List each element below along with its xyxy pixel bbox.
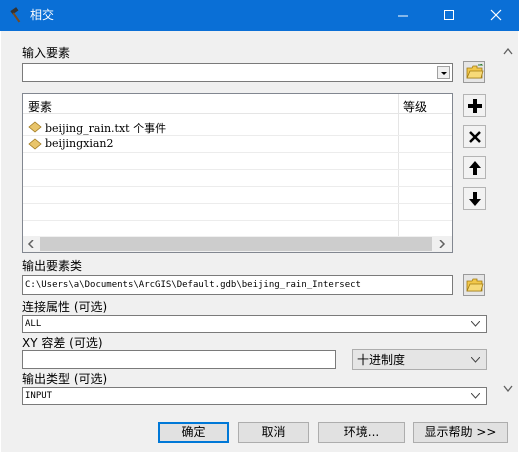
chevron-down-icon <box>471 321 480 327</box>
add-button[interactable] <box>463 94 486 117</box>
close-icon <box>490 9 502 21</box>
output-type-label: 输出类型 (可选) <box>22 372 108 386</box>
minimize-icon <box>398 15 408 17</box>
dropdown-button[interactable] <box>437 66 450 79</box>
browse-output-button[interactable] <box>463 274 485 296</box>
title-bar[interactable]: 相交 <box>0 0 519 31</box>
xy-tolerance-label: XY 容差 (可选) <box>22 336 103 350</box>
browse-input-button[interactable] <box>463 61 485 83</box>
row-divider <box>23 220 452 221</box>
environments-button[interactable]: 环境... <box>318 422 405 443</box>
row-divider <box>23 152 452 153</box>
join-attributes-label: 连接属性 (可选) <box>22 300 108 314</box>
folder-icon <box>466 278 484 292</box>
column-divider <box>398 94 399 236</box>
join-attributes-select[interactable]: ALL <box>22 315 487 333</box>
show-help-button[interactable]: 显示帮助 >> <box>413 422 508 443</box>
list-header: 要素 等级 <box>23 94 452 114</box>
row-divider <box>23 203 452 204</box>
output-feature-class-field[interactable]: C:\Users\a\Documents\ArcGIS\Default.gdb\… <box>22 275 453 295</box>
minimize-button[interactable] <box>380 0 426 31</box>
list-item[interactable]: beijingxian2 <box>23 135 398 152</box>
add-icon <box>468 99 482 113</box>
list-item[interactable]: beijing_rain.txt 个事件 <box>23 118 398 135</box>
chevron-down-icon <box>471 393 480 399</box>
row-divider <box>23 186 452 187</box>
scroll-down-icon[interactable] <box>503 385 513 392</box>
remove-icon <box>469 131 481 143</box>
feature-name: beijingxian2 <box>45 137 114 150</box>
xy-tolerance-unit-value: 十进制度 <box>357 353 406 367</box>
output-path-value: C:\Users\a\Documents\ArcGIS\Default.gdb\… <box>25 280 361 290</box>
chevron-down-icon <box>441 72 447 75</box>
xy-tolerance-input[interactable] <box>22 350 336 369</box>
window-title: 相交 <box>30 8 55 22</box>
input-features-label: 输入要素 <box>22 46 71 60</box>
input-features-list[interactable]: 要素 等级 beijing_rain.txt 个事件 beijingxian2 <box>22 93 453 253</box>
scroll-left-icon[interactable] <box>27 240 35 248</box>
feature-layer-icon <box>28 138 42 150</box>
maximize-button[interactable] <box>426 0 472 31</box>
close-button[interactable] <box>473 0 519 31</box>
cancel-button[interactable]: 取消 <box>238 422 309 443</box>
input-features-combo[interactable] <box>22 63 453 82</box>
column-header-features[interactable]: 要素 <box>28 98 52 115</box>
folder-icon <box>466 64 484 79</box>
chevron-down-icon <box>471 357 480 363</box>
move-down-icon <box>469 192 481 206</box>
column-header-rank[interactable]: 等级 <box>403 98 427 115</box>
hammer-icon <box>9 7 25 23</box>
scroll-up-icon[interactable] <box>503 48 513 55</box>
ok-button[interactable]: 确定 <box>158 422 229 443</box>
maximize-icon <box>444 10 454 20</box>
move-down-button[interactable] <box>463 187 486 210</box>
output-feature-class-label: 输出要素类 <box>22 259 83 273</box>
join-attributes-value: ALL <box>25 319 42 329</box>
output-type-select[interactable]: INPUT <box>22 387 487 405</box>
move-up-icon <box>469 161 481 175</box>
output-type-value: INPUT <box>25 391 53 401</box>
row-divider <box>23 169 452 170</box>
remove-button[interactable] <box>463 125 486 148</box>
xy-tolerance-unit-select[interactable]: 十进制度 <box>352 349 487 370</box>
feature-name: beijing_rain.txt 个事件 <box>45 122 167 135</box>
feature-layer-icon <box>28 121 42 133</box>
scroll-right-icon[interactable] <box>438 240 446 248</box>
scrollbar-thumb[interactable] <box>40 237 432 251</box>
move-up-button[interactable] <box>463 156 486 179</box>
horizontal-scrollbar[interactable] <box>23 236 452 252</box>
